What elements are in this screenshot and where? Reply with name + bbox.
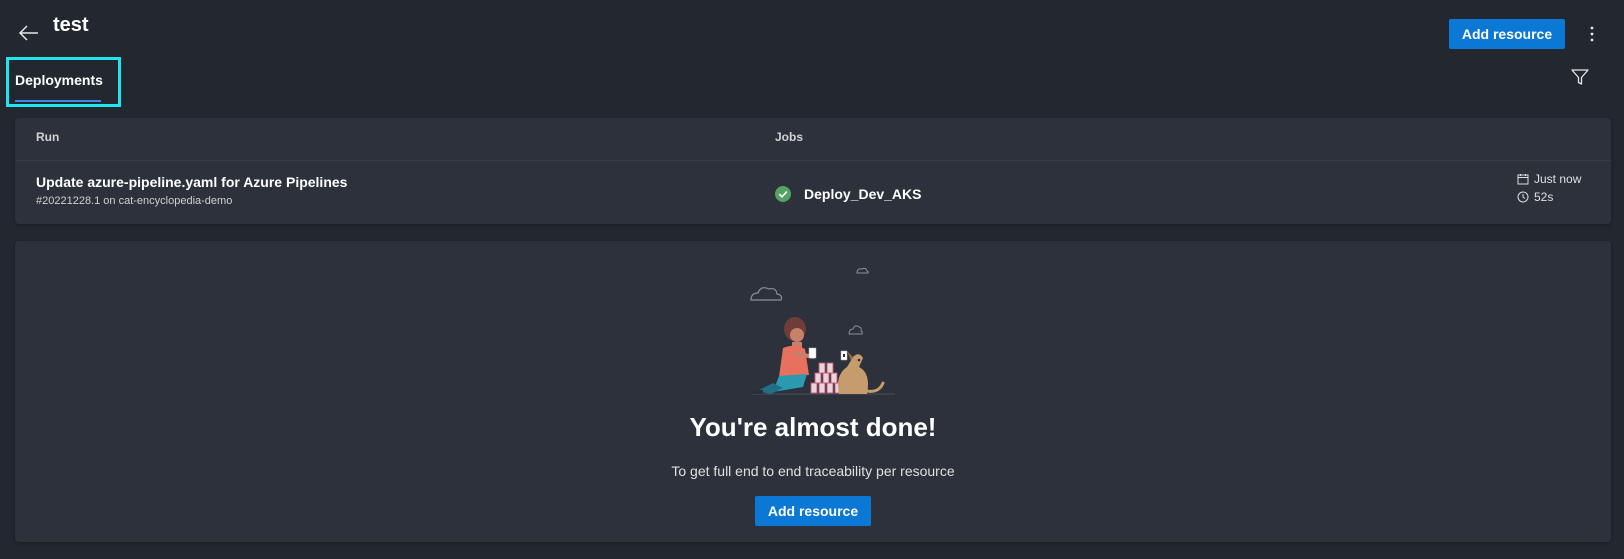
tab-selected-indicator xyxy=(15,100,101,102)
more-vertical-icon xyxy=(1590,26,1594,42)
back-button[interactable] xyxy=(16,20,42,46)
clock-icon xyxy=(1517,191,1529,203)
run-time: Just now xyxy=(1517,172,1581,186)
page-title: test xyxy=(53,14,89,36)
add-resource-button-empty-state[interactable]: Add resource xyxy=(755,496,871,526)
tab-deployments[interactable]: Deployments xyxy=(6,57,121,107)
run-subtitle: #20221228.1 on cat-encyclopedia-demo xyxy=(36,195,233,207)
house-of-cards-illustration xyxy=(750,267,895,395)
more-actions-button[interactable] xyxy=(1580,20,1604,48)
empty-state-description: To get full end to end traceability per … xyxy=(671,463,955,479)
job-name[interactable]: Deploy_Dev_AKS xyxy=(804,186,922,202)
tab-label: Deployments xyxy=(15,72,103,88)
filter-icon xyxy=(1571,69,1589,85)
table-row[interactable]: Update azure-pipeline.yaml for Azure Pip… xyxy=(15,161,1611,223)
run-time-text: Just now xyxy=(1534,172,1582,186)
arrow-left-icon xyxy=(18,25,38,41)
run-duration: 52s xyxy=(1517,190,1553,204)
empty-state-title: You're almost done! xyxy=(689,412,937,442)
filter-button[interactable] xyxy=(1570,67,1590,87)
runs-table: Run Jobs Update azure-pipeline.yaml for … xyxy=(15,118,1611,224)
run-duration-text: 52s xyxy=(1534,190,1554,204)
add-resource-button[interactable]: Add resource xyxy=(1449,19,1565,49)
column-header-run: Run xyxy=(36,130,60,144)
column-header-jobs: Jobs xyxy=(775,130,804,144)
check-circle-icon xyxy=(775,186,791,202)
run-title: Update azure-pipeline.yaml for Azure Pip… xyxy=(36,174,348,190)
page-header: test Add resource Deployments xyxy=(0,0,1624,112)
empty-state-panel: You're almost done! To get full end to e… xyxy=(15,241,1611,542)
calendar-icon xyxy=(1517,174,1529,185)
